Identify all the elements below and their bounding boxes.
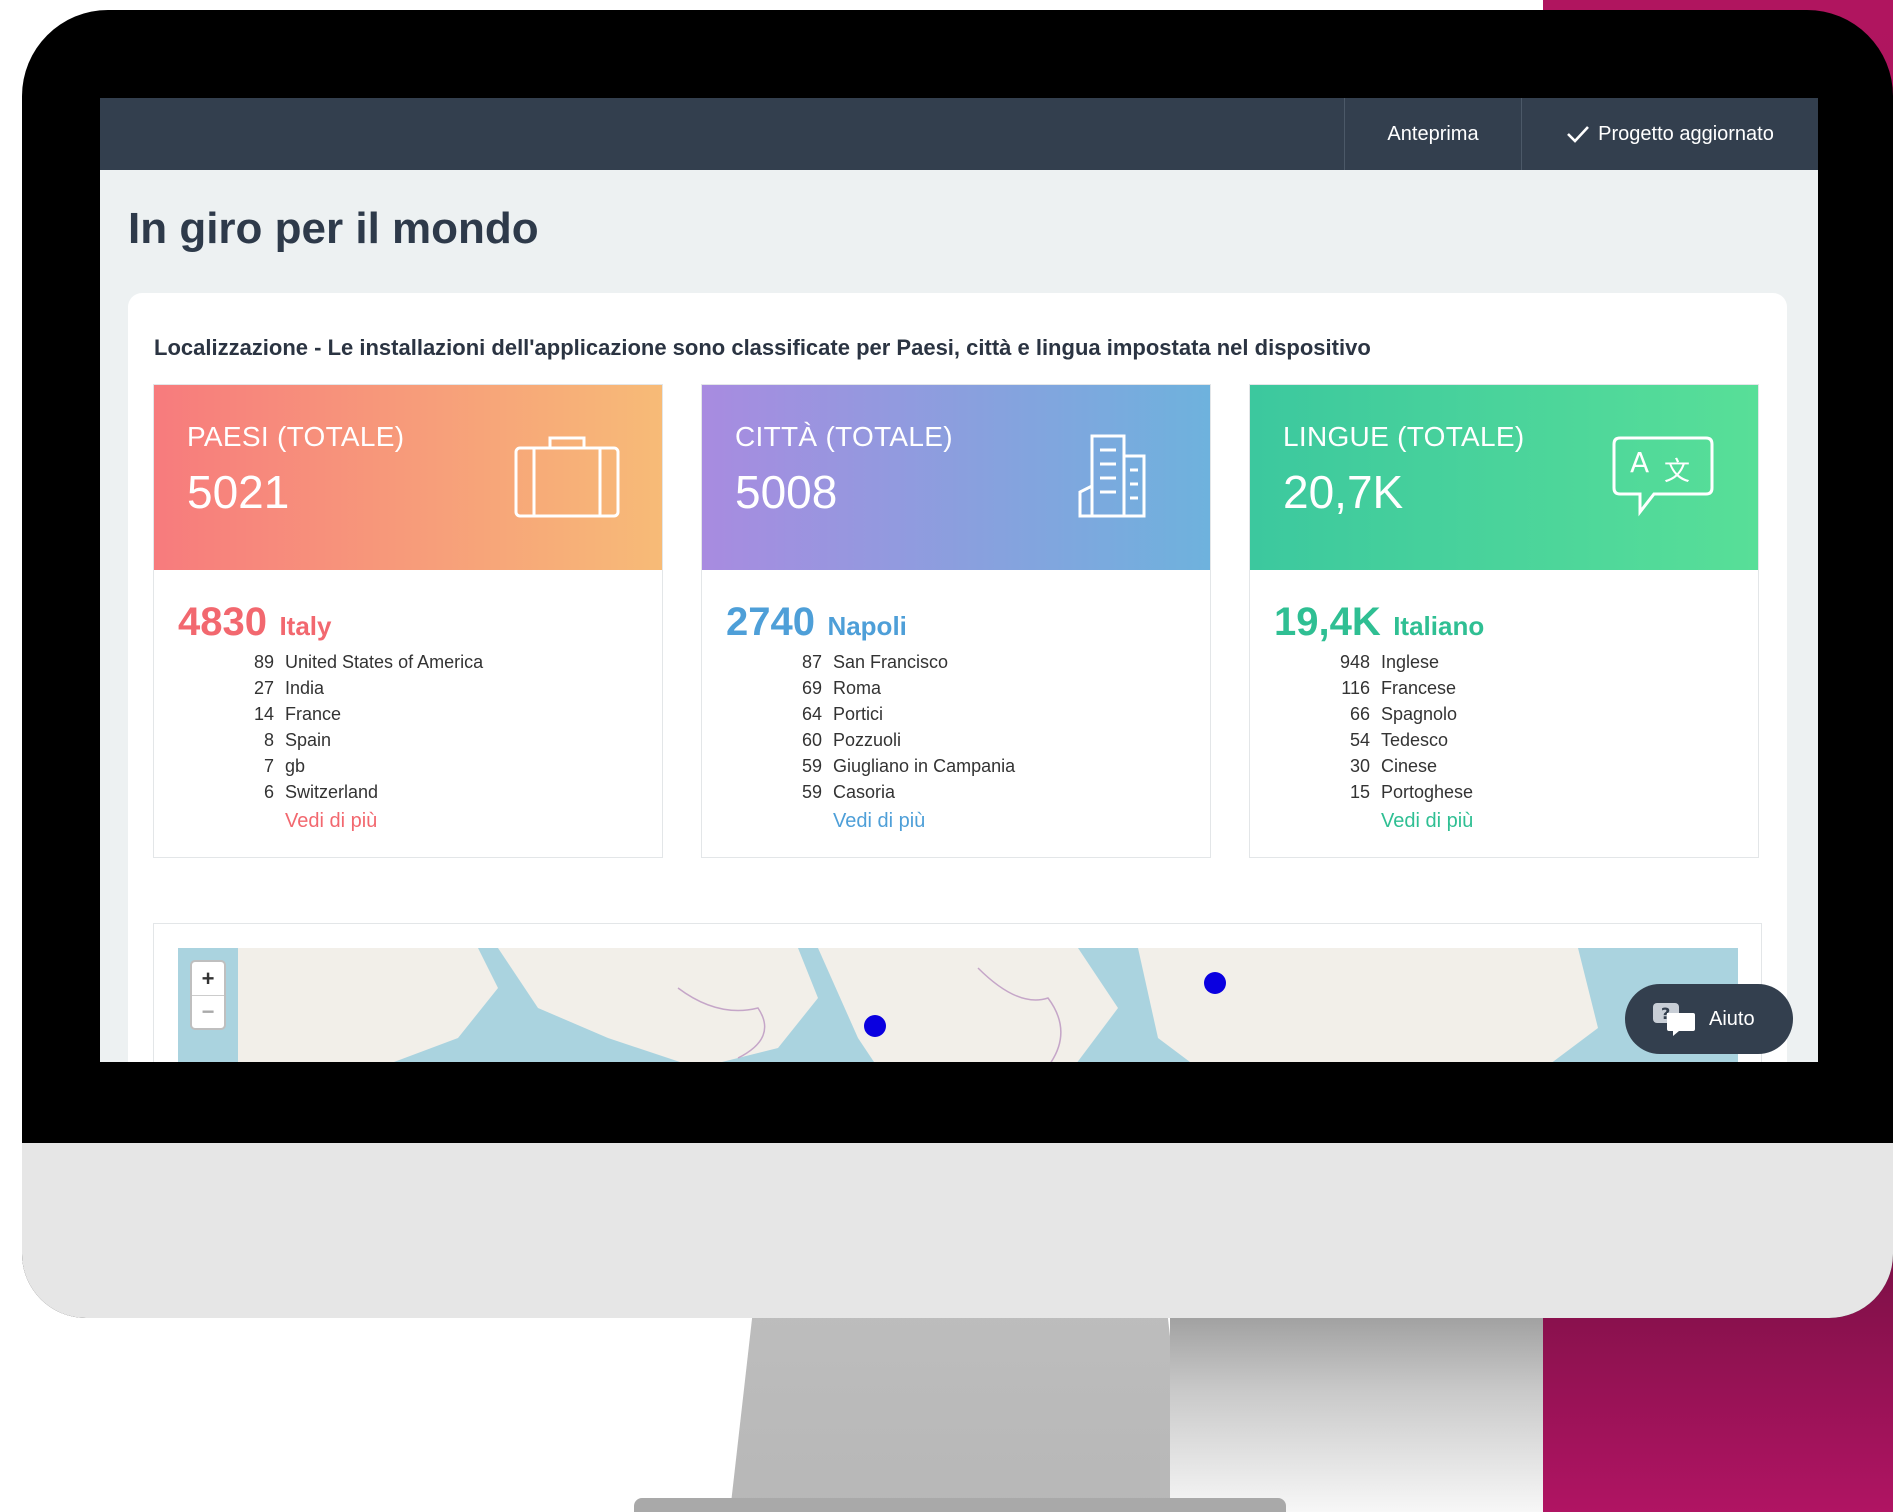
cities-total: 5008	[735, 466, 838, 518]
world-map[interactable]: + −	[178, 948, 1738, 1062]
countries-card-header: PAESI (TOTALE) 5021	[154, 385, 662, 570]
languages-top-entry: 19,4K Italiano	[1274, 600, 1484, 645]
stand-shadow	[1170, 1310, 1543, 1512]
page-title: In giro per il mondo	[128, 204, 539, 253]
stand-base	[634, 1498, 1286, 1512]
list-item: 60 Pozzuoli	[801, 730, 902, 750]
list-item: 6 Switzerland	[263, 782, 379, 802]
cities-see-more-link[interactable]: Vedi di più	[833, 810, 925, 833]
list-item: 15 Portoghese	[1349, 782, 1474, 802]
monitor: Anteprima Progetto aggiornato In giro pe…	[22, 10, 1893, 1318]
list-item: 14 France	[253, 704, 342, 724]
buildings-icon	[1078, 434, 1146, 518]
project-updated-label: Progetto aggiornato	[1598, 122, 1774, 145]
svg-text:A: A	[1630, 446, 1649, 479]
help-label: Aiuto	[1709, 1007, 1755, 1030]
languages-top-value: 19,4K	[1274, 600, 1381, 644]
countries-see-more-link[interactable]: Vedi di più	[285, 810, 377, 833]
languages-label: LINGUE (TOTALE)	[1283, 421, 1525, 452]
list-item: 87 San Francisco	[801, 652, 949, 672]
cities-card-header: CITTÀ (TOTALE) 5008	[702, 385, 1210, 570]
app-screen: Anteprima Progetto aggiornato In giro pe…	[100, 98, 1818, 1062]
cities-label: CITTÀ (TOTALE)	[735, 421, 953, 452]
countries-card: PAESI (TOTALE) 5021 4830 Italy 89 United…	[153, 384, 663, 858]
list-item: 69 Roma	[801, 678, 882, 698]
monitor-chin	[22, 1143, 1893, 1318]
list-item: 64 Portici	[801, 704, 884, 724]
preview-label: Anteprima	[1387, 122, 1479, 145]
top-bar: Anteprima Progetto aggiornato	[100, 98, 1818, 170]
countries-label: PAESI (TOTALE)	[187, 421, 405, 452]
map-zoom-control: + −	[190, 960, 226, 1030]
list-item: 89 United States of America	[253, 652, 484, 672]
languages-card-header: LINGUE (TOTALE) 20,7K A 文	[1250, 385, 1758, 570]
localization-panel: Localizzazione - Le installazioni dell'a…	[128, 293, 1787, 1062]
languages-total: 20,7K	[1283, 466, 1404, 518]
list-item: 59 Giugliano in Campania	[801, 756, 1016, 776]
help-button[interactable]: ? Aiuto	[1625, 984, 1793, 1054]
translate-icon: A 文	[1612, 436, 1714, 517]
languages-card: LINGUE (TOTALE) 20,7K A 文 19,4K Italiano…	[1249, 384, 1759, 858]
map-tiles	[238, 948, 1598, 1062]
help-chat-icon: ?	[1653, 1003, 1695, 1036]
countries-top-value: 4830	[178, 600, 267, 644]
list-item: 59 Casoria	[801, 782, 896, 802]
check-icon	[1567, 126, 1590, 143]
monitor-stand	[730, 1310, 1190, 1512]
preview-button[interactable]: Anteprima	[1344, 98, 1521, 170]
cities-top-name: Napoli	[827, 611, 907, 641]
list-item: 27 India	[253, 678, 325, 698]
zoom-in-button[interactable]: +	[192, 962, 224, 995]
list-item: 116 Francese	[1341, 678, 1457, 698]
project-updated-button[interactable]: Progetto aggiornato	[1521, 98, 1818, 170]
zoom-out-button[interactable]: −	[192, 995, 224, 1028]
map-container: + −	[153, 923, 1762, 1062]
countries-total: 5021	[187, 466, 290, 518]
countries-top-name: Italy	[279, 611, 332, 641]
svg-text:文: 文	[1664, 457, 1690, 487]
cities-card: CITTÀ (TOTALE) 5008 2740 Napoli 87 San F…	[701, 384, 1211, 858]
countries-top-entry: 4830 Italy	[178, 600, 331, 645]
list-item: 54 Tedesco	[1349, 730, 1449, 750]
cities-top-value: 2740	[726, 600, 815, 644]
list-item: 30 Cinese	[1349, 756, 1438, 776]
languages-top-name: Italiano	[1393, 611, 1485, 641]
suitcase-icon	[514, 436, 620, 518]
panel-description: Localizzazione - Le installazioni dell'a…	[154, 335, 1371, 360]
list-item: 7 gb	[263, 756, 306, 776]
languages-see-more-link[interactable]: Vedi di più	[1381, 810, 1473, 833]
list-item: 8 Spain	[263, 730, 332, 750]
cities-top-entry: 2740 Napoli	[726, 600, 907, 645]
list-item: 948 Inglese	[1339, 652, 1440, 672]
list-item: 66 Spagnolo	[1349, 704, 1458, 724]
